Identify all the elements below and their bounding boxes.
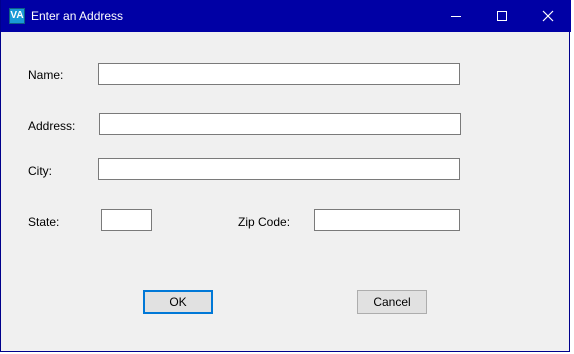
cancel-button[interactable]: Cancel bbox=[357, 290, 427, 314]
maximize-icon bbox=[497, 11, 507, 21]
address-dialog: VA Enter an Address Name: Address: City:… bbox=[0, 0, 571, 352]
ok-button[interactable]: OK bbox=[143, 290, 213, 314]
minimize-icon bbox=[451, 16, 461, 17]
city-field[interactable] bbox=[98, 158, 460, 180]
close-icon bbox=[542, 10, 554, 22]
zip-code-field[interactable] bbox=[314, 209, 460, 231]
window-title: Enter an Address bbox=[31, 9, 124, 23]
city-label: City: bbox=[28, 164, 52, 178]
state-label: State: bbox=[28, 215, 60, 229]
maximize-button[interactable] bbox=[479, 0, 525, 32]
zip-code-label: Zip Code: bbox=[238, 215, 291, 229]
minimize-button[interactable] bbox=[433, 0, 479, 32]
va-app-icon: VA bbox=[9, 8, 25, 24]
state-field[interactable] bbox=[101, 209, 152, 231]
close-button[interactable] bbox=[525, 0, 571, 32]
address-field[interactable] bbox=[99, 113, 461, 135]
address-label: Address: bbox=[28, 119, 76, 133]
title-bar[interactable]: VA Enter an Address bbox=[1, 0, 571, 32]
name-label: Name: bbox=[28, 68, 64, 82]
name-field[interactable] bbox=[98, 63, 460, 85]
